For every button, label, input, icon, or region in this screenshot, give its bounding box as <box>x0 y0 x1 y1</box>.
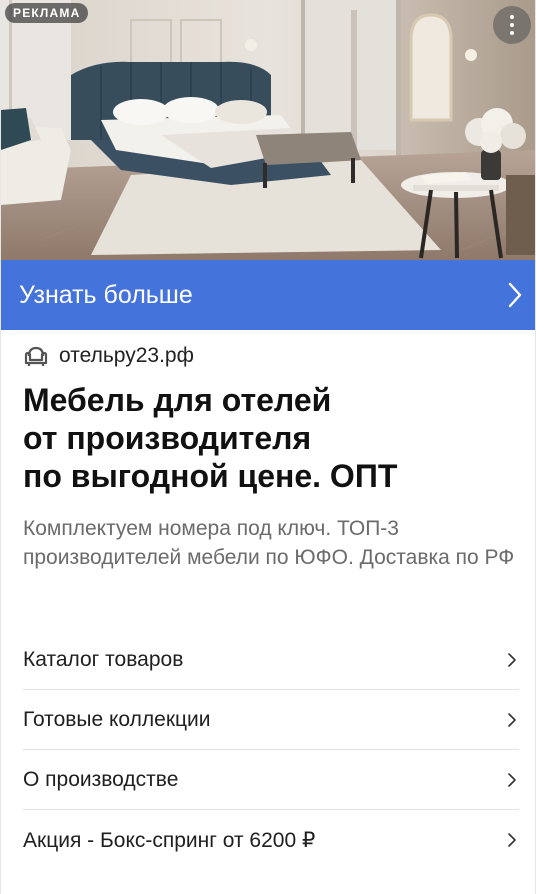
chevron-right-icon <box>508 652 516 667</box>
learn-more-button[interactable]: Узнать больше <box>1 260 535 330</box>
more-options-button[interactable] <box>493 6 531 44</box>
sitelink-label: Готовые коллекции <box>23 707 211 731</box>
ad-card[interactable]: РЕКЛАМА Узнать больше отельру23.рф Мебел… <box>0 0 536 894</box>
ad-badge: РЕКЛАМА <box>5 3 89 23</box>
bedroom-photo <box>1 0 535 260</box>
ad-title-line: Мебель для отелей <box>23 382 332 418</box>
chevron-right-icon <box>508 833 516 847</box>
sitelink-collections[interactable]: Готовые коллекции <box>23 690 519 750</box>
chevron-right-icon <box>508 772 516 787</box>
chevron-right-icon <box>508 282 522 308</box>
sitelink-label: Каталог товаров <box>23 647 184 671</box>
learn-more-label: Узнать больше <box>19 280 193 309</box>
ad-title-line: по выгодной цене. ОПТ <box>23 458 398 494</box>
more-vertical-icon <box>510 31 514 35</box>
ad-title[interactable]: Мебель для отелей от производителя по вы… <box>23 381 503 495</box>
domain-text: отельру23.рф <box>59 344 194 367</box>
sitelink-catalog[interactable]: Каталог товаров <box>23 630 519 690</box>
ad-hero-image[interactable]: РЕКЛАМА <box>1 0 535 260</box>
sitelink-production[interactable]: О производстве <box>23 750 519 810</box>
sitelink-label: Акция - Бокс-спринг от 6200 ₽ <box>23 828 316 852</box>
ad-description: Комплектуем номера под ключ. ТОП-3 произ… <box>23 517 515 569</box>
chevron-right-icon <box>508 712 516 727</box>
ad-title-line: от производителя <box>23 420 312 456</box>
sitelink-label: О производстве <box>23 767 179 791</box>
more-vertical-icon <box>510 23 514 27</box>
sitelink-promo[interactable]: Акция - Бокс-спринг от 6200 ₽ <box>23 810 519 870</box>
advertiser-domain[interactable]: отельру23.рф <box>23 341 194 371</box>
armchair-icon <box>24 346 48 366</box>
sitelinks-list: Каталог товаров Готовые коллекции О прои… <box>23 630 519 870</box>
more-vertical-icon <box>510 15 514 19</box>
